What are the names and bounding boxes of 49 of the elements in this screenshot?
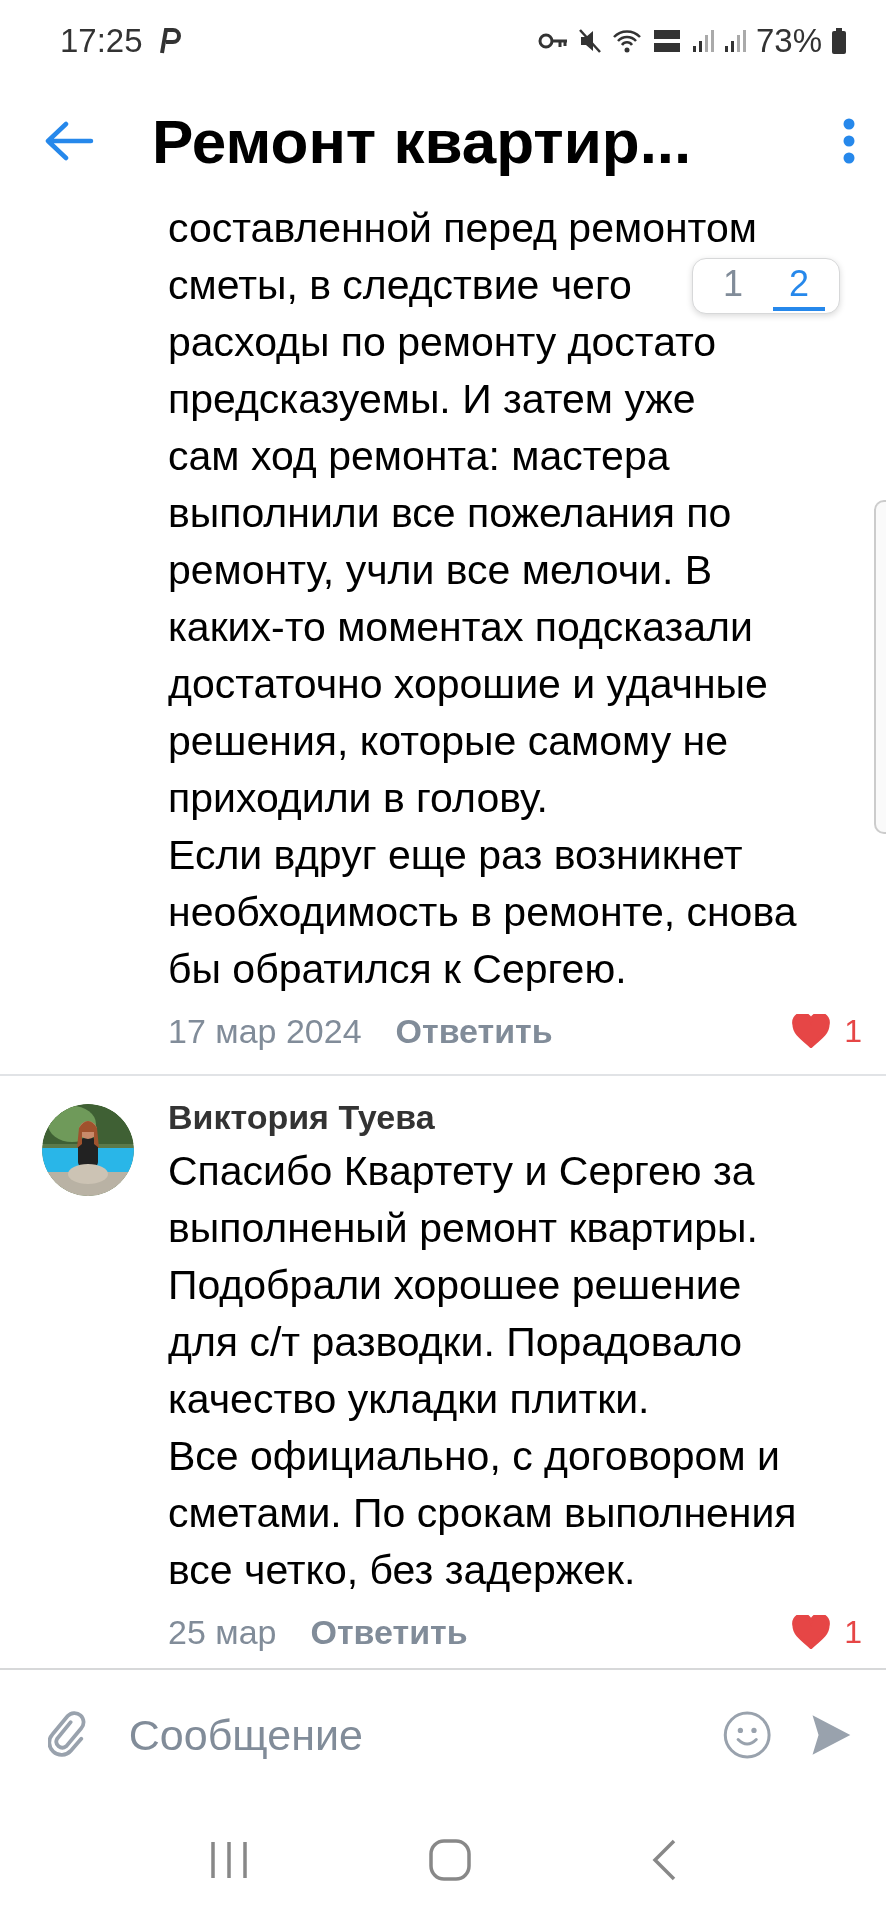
home-icon[interactable] [428,1838,472,1882]
reply-link[interactable]: Ответить [310,1612,468,1652]
heart-icon [792,1014,831,1048]
comment-text-line: предсказуемы. И затем уже [168,376,696,423]
comment-text-line: необходимость в ремонте, снова [168,889,797,936]
comment-text-line: решения, которые самому не [168,718,728,765]
comment-text-line: Подобрали хорошее решение [168,1262,742,1309]
battery-percent: 73% [755,22,822,60]
comment-text-line: ремонту, учли все мелочи. В [168,547,713,594]
signal-icon [691,29,714,53]
comment-text-line: сметами. По срокам выполнения [168,1490,797,1537]
page-title: Ремонт квартир... [152,105,692,177]
comment-text-line: качество укладки плитки. [168,1376,650,1423]
comment-text-line: выполненый ремонт квартиры. [168,1205,758,1252]
battery-icon [832,28,846,54]
page-tab[interactable]: 2 [772,261,825,311]
like-button[interactable]: 1 [792,1012,862,1050]
comment-text-line: сам ход ремонта: мастера [168,433,670,480]
comment-date: 25 мар [168,1612,277,1652]
like-button[interactable]: 1 [792,1613,862,1651]
status-time: 17:25 [60,22,143,60]
key-icon [537,32,568,50]
comment-author[interactable]: Виктория Туева [168,1098,435,1137]
comment-text-line: каких-то моментах подсказали [168,604,753,651]
back-arrow-icon[interactable] [44,121,94,161]
comment-text-line: все четко, без задержек. [168,1547,636,1594]
back-icon[interactable] [650,1838,677,1882]
recent-apps-icon[interactable] [209,1840,250,1880]
scrollbar[interactable] [874,500,886,834]
message-input[interactable]: Сообщение [128,1710,683,1760]
reply-link[interactable]: Ответить [395,1011,553,1051]
page-tab[interactable]: 1 [706,261,759,311]
comment-text-line: выполнили все пожелания по [168,490,732,537]
comment-text-line: приходили в голову. [168,775,548,822]
comment-text-line: Все официально, с договором и [168,1433,780,1480]
comment-text-line: расходы по ремонту достато [168,319,717,366]
comment-text-line: бы обратился к Сергею. [168,946,627,993]
comment-text-line: достаточно хорошие и удачные [168,661,768,708]
comment-text-line: Если вдруг еще раз возникнет [168,832,743,879]
signal-icon [723,29,746,53]
mute-icon [577,28,602,54]
comment-text-line: составленной перед ремонтом [168,205,757,252]
wifi-icon [611,28,642,54]
more-menu-icon[interactable] [842,117,856,165]
comment-date: 17 мар 2024 [168,1011,362,1051]
comment-text-line: сметы, в следствие чего [168,262,632,309]
comment-text-line: Спасибо Квартету и Сергею за [168,1148,755,1195]
comment-text-line: для с/т разводки. Порадовало [168,1319,743,1366]
heart-icon [792,1615,831,1649]
